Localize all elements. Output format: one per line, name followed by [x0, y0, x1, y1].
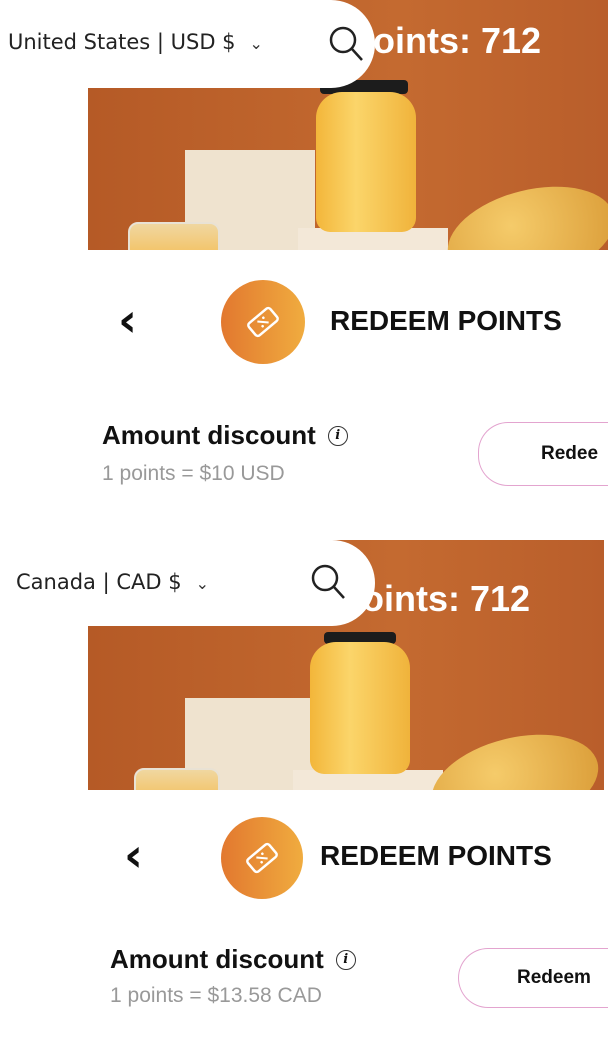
chevron-down-icon: ⌄ [195, 574, 209, 593]
back-button[interactable]: ‹ [118, 293, 137, 347]
ticket-icon [221, 280, 305, 364]
points-balance: oints: 712 [373, 20, 542, 61]
country-currency-selector[interactable]: United States | USD $ ⌄ [8, 30, 263, 54]
panel-cad: oints: 712 Canada | CAD $ ⌄ ‹ REDEEM POIN… [0, 540, 608, 1052]
ticket-icon [221, 817, 303, 899]
panel-usd: oints: 712 United States | USD $ ⌄ ‹ REDE… [0, 0, 608, 512]
discount-title: Amount discount i [110, 944, 356, 975]
redeem-button[interactable]: Redeem [458, 948, 608, 1008]
redeem-button[interactable]: Redee [478, 422, 608, 486]
page-title: REDEEM POINTS [330, 305, 562, 336]
country-currency-selector[interactable]: Canada | CAD $ ⌄ [16, 570, 209, 594]
info-icon[interactable]: i [335, 949, 356, 970]
discount-title-text: Amount discount [110, 944, 324, 974]
discount-title-text: Amount discount [102, 420, 316, 450]
chevron-down-icon: ⌄ [249, 34, 263, 53]
info-icon[interactable]: i [327, 425, 348, 446]
back-button[interactable]: ‹ [124, 828, 143, 882]
search-icon[interactable] [308, 562, 348, 602]
country-currency-label: Canada | CAD $ [16, 570, 182, 594]
points-balance: oints: 712 [362, 578, 531, 619]
discount-title: Amount discount i [102, 420, 348, 451]
conversion-rate: 1 points = $10 USD [102, 462, 285, 485]
page-title: REDEEM POINTS [320, 840, 552, 871]
search-icon[interactable] [326, 24, 366, 64]
conversion-rate: 1 points = $13.58 CAD [110, 984, 322, 1007]
country-currency-label: United States | USD $ [8, 30, 236, 54]
